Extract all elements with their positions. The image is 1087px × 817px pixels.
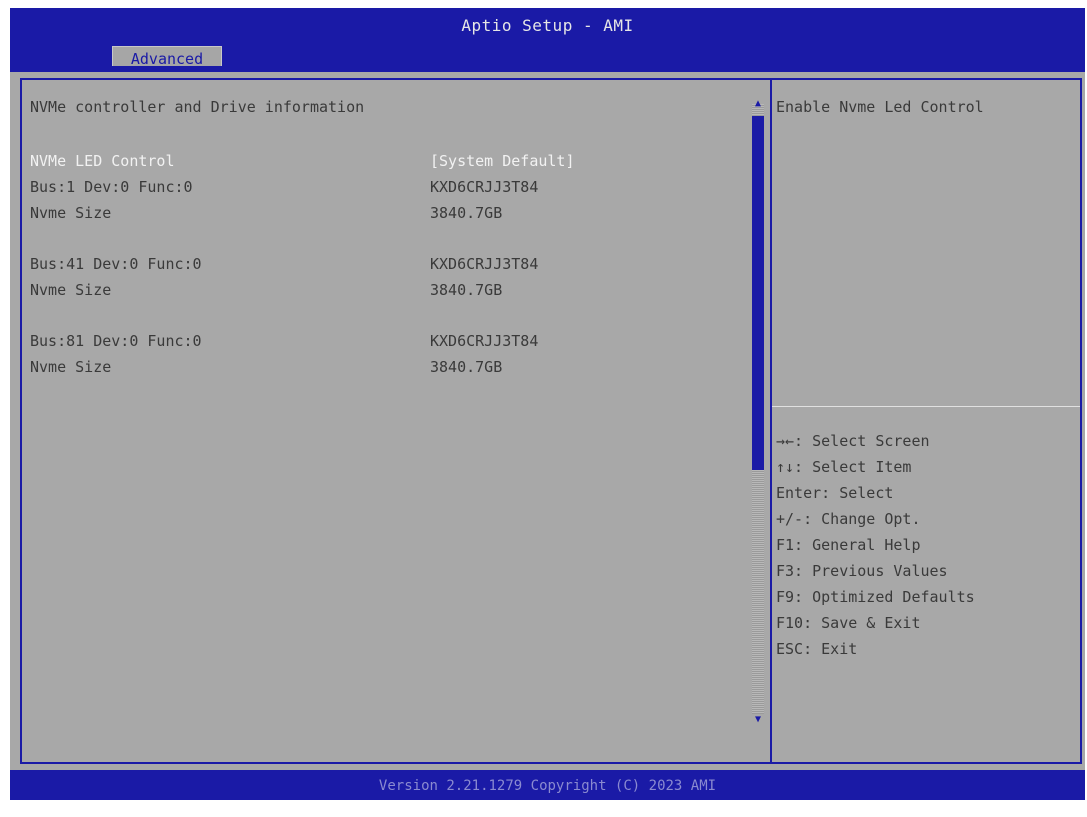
device-3-size: 3840.7GB	[430, 358, 503, 376]
scroll-up-arrow-icon[interactable]: ▲	[752, 98, 764, 110]
help-key-previous-values: F3: Previous Values	[776, 562, 948, 580]
device-1-model: KXD6CRJJ3T84	[430, 178, 539, 196]
help-key-exit: ESC: Exit	[776, 640, 858, 658]
device-2-size-label: Nvme Size	[30, 281, 112, 299]
device-2-model: KXD6CRJJ3T84	[430, 255, 539, 273]
help-key-general-help: F1: General Help	[776, 536, 921, 554]
device-1-bus: Bus:1 Dev:0 Func:0	[30, 178, 193, 196]
device-3-size-label: Nvme Size	[30, 358, 112, 376]
nvme-led-control-label[interactable]: NVMe LED Control	[30, 152, 175, 170]
help-key-change-opt: +/-: Change Opt.	[776, 510, 921, 528]
footer-bar: Version 2.21.1279 Copyright (C) 2023 AMI	[10, 770, 1085, 800]
help-divider	[772, 406, 1080, 407]
help-key-enter: Enter: Select	[776, 484, 894, 502]
footer-version-text: Version 2.21.1279 Copyright (C) 2023 AMI	[378, 778, 717, 794]
device-1-size: 3840.7GB	[430, 204, 503, 222]
device-3-model: KXD6CRJJ3T84	[430, 332, 539, 350]
help-description: Enable Nvme Led Control	[776, 98, 984, 116]
help-key-optimized-defaults: F9: Optimized Defaults	[776, 588, 975, 606]
title-bar: Aptio Setup - AMI Advanced	[10, 8, 1085, 71]
scrollbar-thumb[interactable]	[752, 116, 764, 470]
help-panel	[770, 78, 1082, 764]
device-2-bus: Bus:41 Dev:0 Func:0	[30, 255, 202, 273]
main-panel: NVMe controller and Drive information NV…	[10, 66, 1085, 770]
scroll-down-arrow-icon[interactable]: ▼	[752, 714, 764, 726]
device-2-size: 3840.7GB	[430, 281, 503, 299]
help-key-select-item: ↑↓: Select Item	[776, 458, 912, 476]
app-title: Aptio Setup - AMI	[461, 16, 634, 35]
device-1-size-label: Nvme Size	[30, 204, 112, 222]
nvme-led-control-value[interactable]: [System Default]	[430, 152, 575, 170]
device-3-bus: Bus:81 Dev:0 Func:0	[30, 332, 202, 350]
help-key-select-screen: →←: Select Screen	[776, 432, 930, 450]
section-heading: NVMe controller and Drive information	[30, 98, 365, 116]
help-key-save-exit: F10: Save & Exit	[776, 614, 921, 632]
